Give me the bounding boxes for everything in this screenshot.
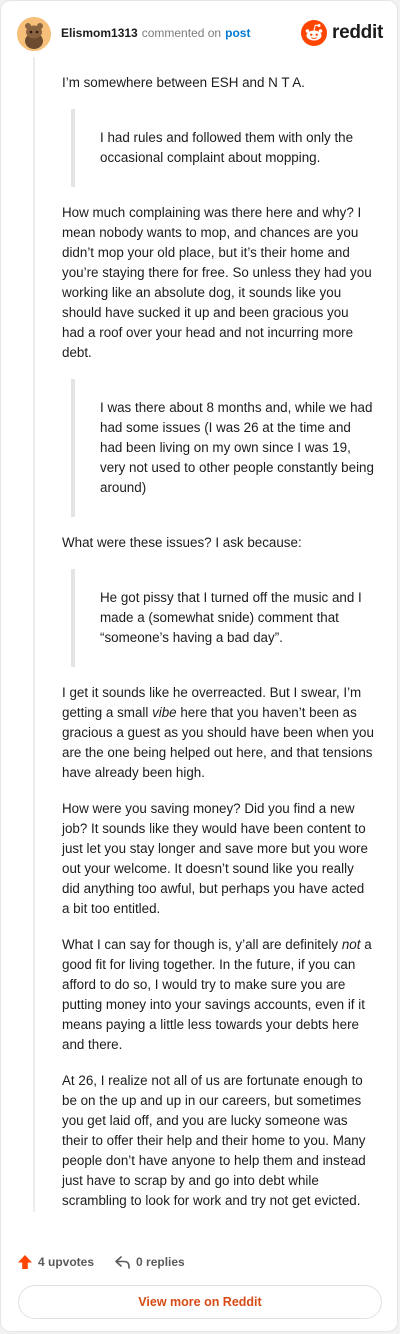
user-avatar[interactable] [17,17,51,51]
action-text: commented on [141,26,222,40]
reddit-logo-icon [301,20,328,46]
paragraph-text: a good fit for living together. In the f… [62,937,372,1052]
emphasis-text: vibe [152,705,177,720]
thread-line[interactable] [33,57,35,1212]
upvote-count: 4 upvotes [38,1255,95,1269]
comment-paragraph: I get it sounds like he overreacted. But… [62,683,374,783]
comment-paragraph: At 26, I realize not all of us are fortu… [62,1073,366,1208]
comment-paragraph: I’m somewhere between ESH and N T A. [62,75,305,90]
upvote-arrow-icon [18,1255,32,1269]
comment-paragraph: What were these issues? I ask because: [62,535,302,550]
quote-text: I had rules and followed them with only … [100,130,354,165]
view-more-label: View more on Reddit [138,1295,262,1309]
comment-header: Elismom1313 commented on post reddit [17,15,383,55]
reddit-wordmark: reddit [332,22,383,43]
view-more-button[interactable]: View more on Reddit [18,1285,382,1319]
comment-body: I’m somewhere between ESH and N T A. I h… [62,73,374,1227]
reply-count: 0 replies [136,1255,185,1269]
reply-arrow-icon [115,1256,130,1269]
comment-meta: Elismom1313 commented on post [61,26,250,40]
comment-paragraph: What I can say for though is, y’all are … [62,935,374,1055]
quote-text: I was there about 8 months and, while we… [100,400,374,495]
quote-text: He got pissy that I turned off the music… [100,590,362,645]
paragraph-text: What I can say for though is, y’all are … [62,937,342,952]
comment-paragraph: How much complaining was there here and … [62,205,372,360]
blockquote: I had rules and followed them with only … [71,109,374,187]
reddit-brand-link[interactable]: reddit [301,19,383,47]
upvote-button[interactable]: 4 upvotes [17,1254,94,1270]
comment-footer: 4 upvotes 0 replies [17,1251,185,1273]
reply-button[interactable]: 0 replies [114,1254,185,1270]
post-link[interactable]: post [225,26,250,40]
blockquote: He got pissy that I turned off the music… [71,569,374,667]
comment-paragraph: How were you saving money? Did you find … [62,801,368,916]
username-link[interactable]: Elismom1313 [61,26,138,40]
comment-card: Elismom1313 commented on post reddit I’m s… [0,0,398,1332]
blockquote: I was there about 8 months and, while we… [71,379,374,517]
emphasis-text: not [341,937,361,952]
snoo-avatar-icon [17,17,51,51]
